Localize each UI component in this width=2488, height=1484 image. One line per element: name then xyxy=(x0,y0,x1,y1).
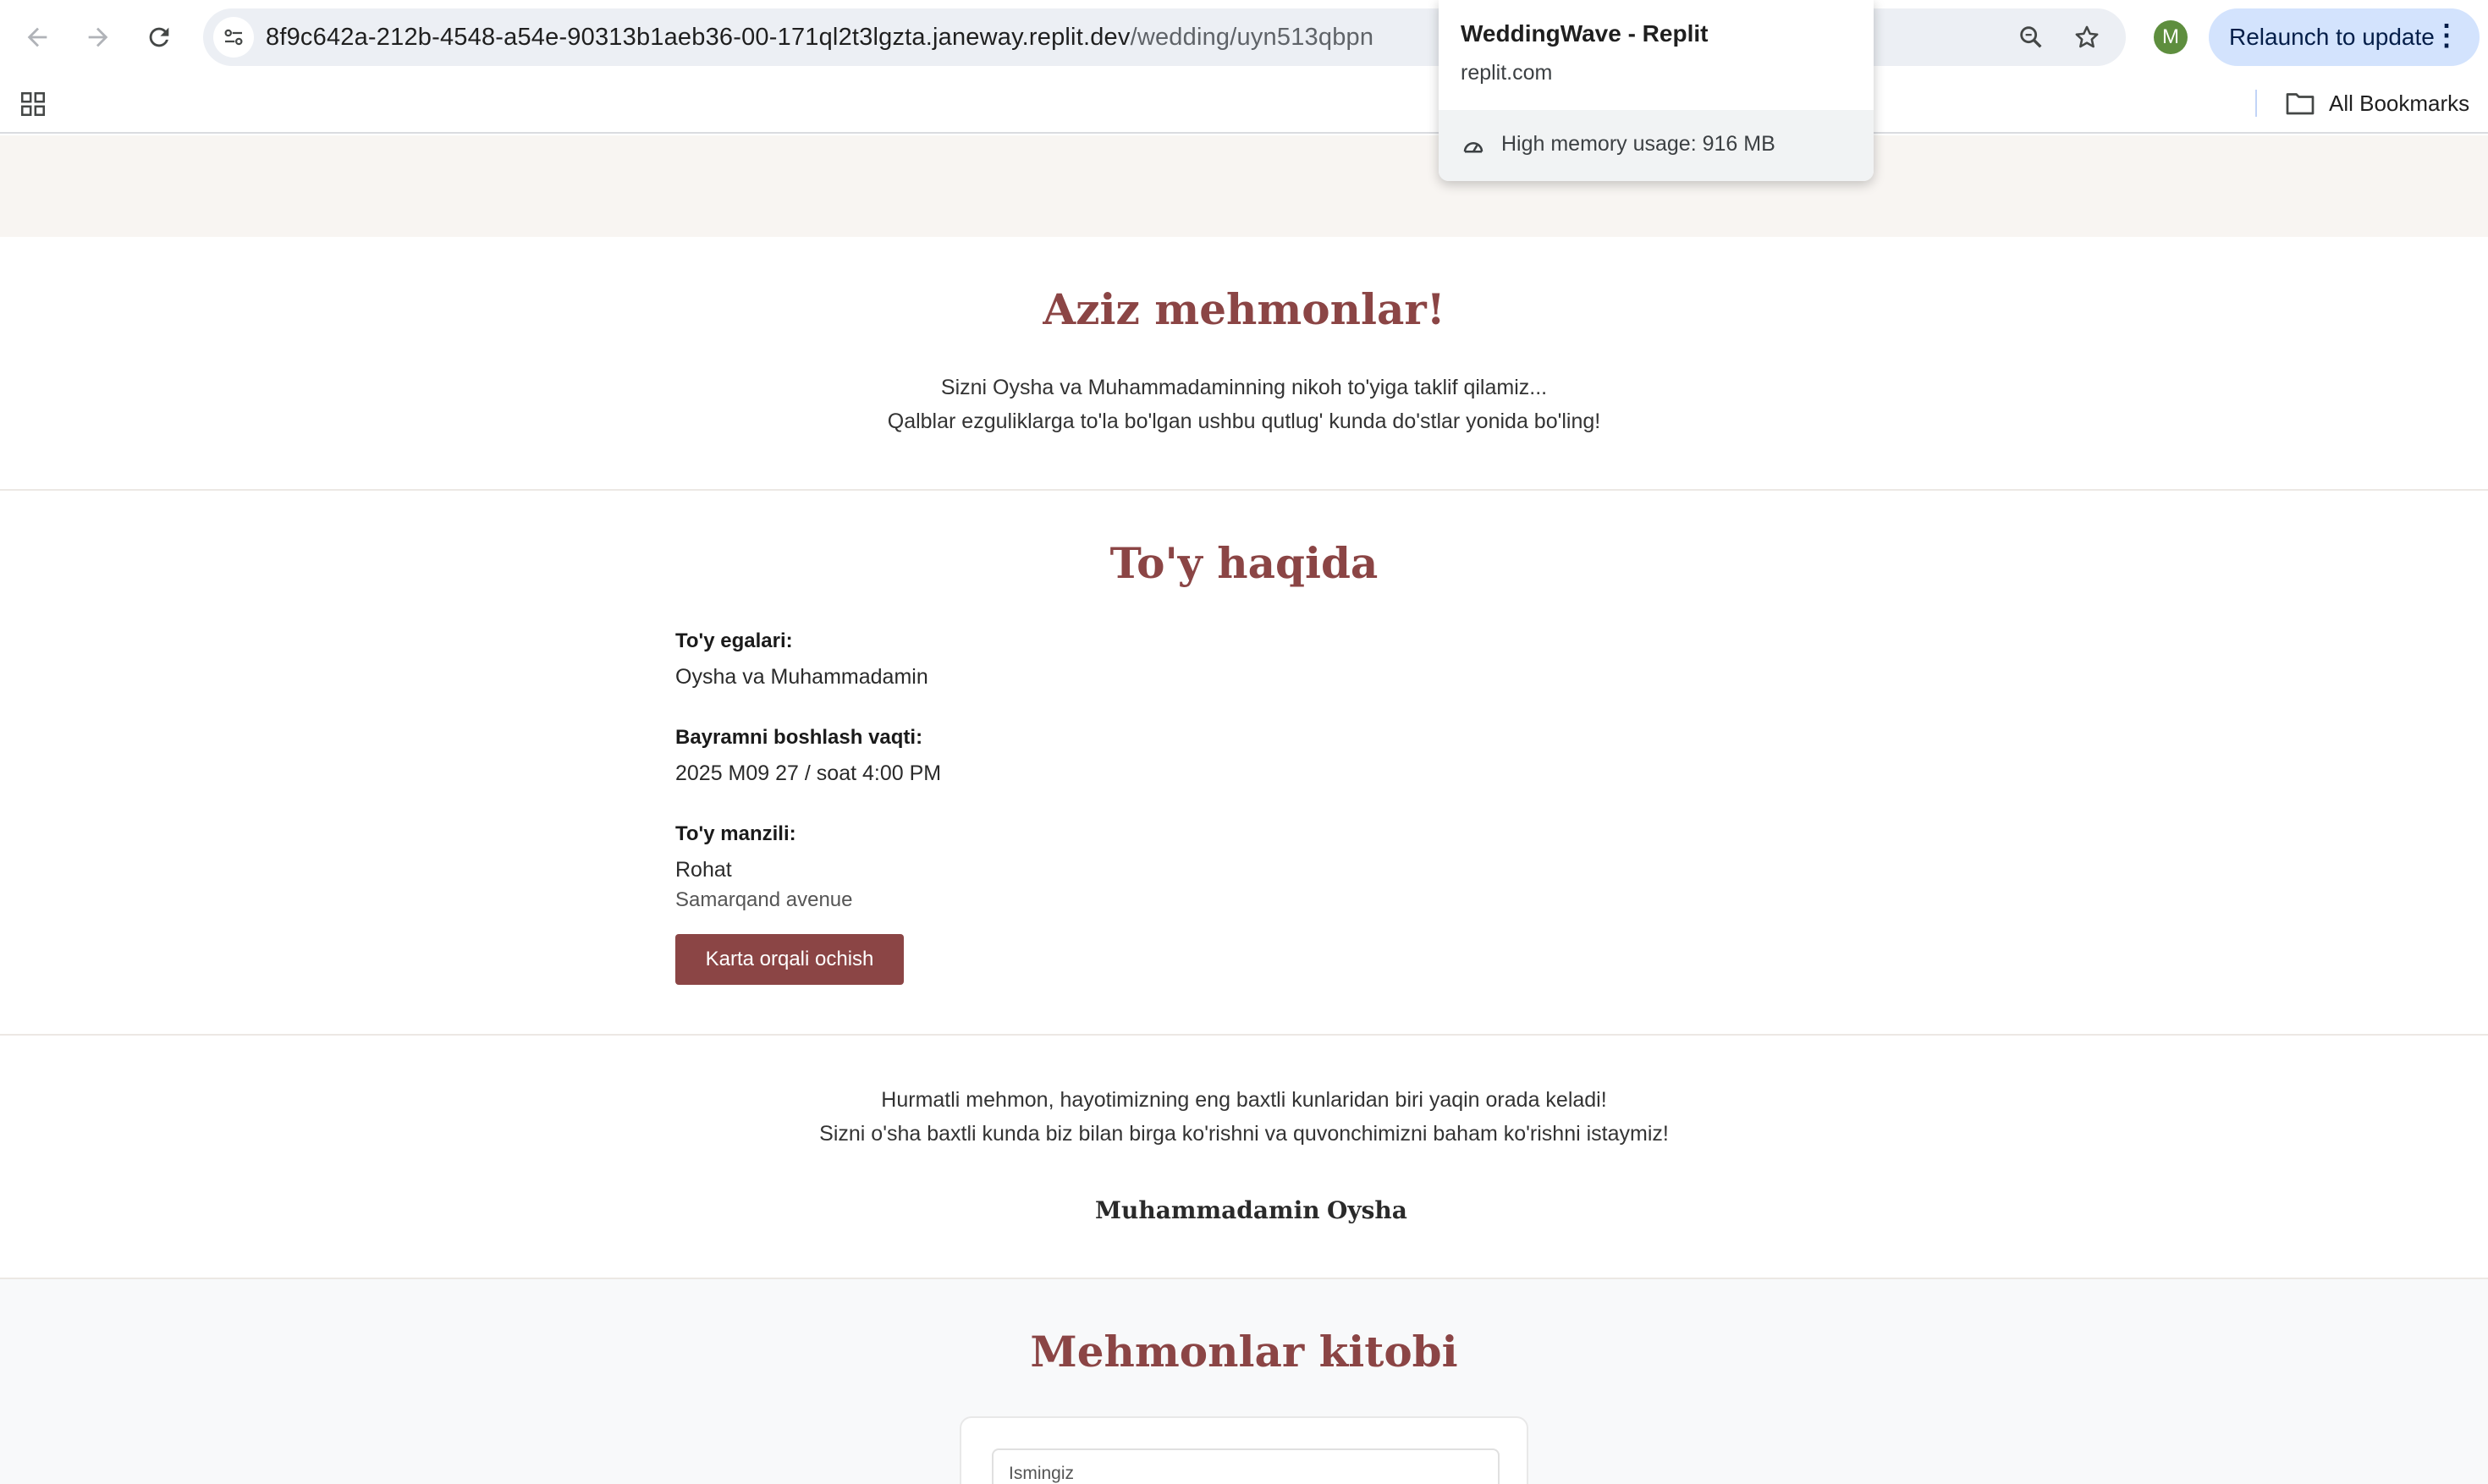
guest-name-label: Ismingiz xyxy=(1009,1464,1075,1483)
welcome-line-2: Qalblar ezguliklarga to'la bo'lgan ushbu… xyxy=(887,409,1601,433)
apps-grid-icon[interactable] xyxy=(19,90,47,118)
guest-name-field[interactable]: Ismingiz xyxy=(992,1448,1500,1484)
relaunch-label: Relaunch to update xyxy=(2229,24,2435,50)
memory-gauge-icon xyxy=(1463,142,1483,153)
zoom-icon xyxy=(2020,26,2042,48)
relaunch-button[interactable]: Relaunch to update ⋮ xyxy=(2209,8,2480,66)
groom-name: Muhammadamin xyxy=(1095,1196,1320,1224)
hero-band xyxy=(0,135,2488,237)
url-text[interactable]: 8f9c642a-212b-4548-a54e-90313b1aeb36-00-… xyxy=(266,8,1373,66)
star-icon xyxy=(2075,25,2099,48)
about-title: To'y haqida xyxy=(1109,538,1379,588)
guestbook-section: Mehmonlar kitobi Ismingiz xyxy=(0,1279,2488,1484)
greeting-section: Hurmatli mehmon, hayotimizning eng baxtl… xyxy=(0,1036,2488,1279)
bride-name: Oysha xyxy=(1327,1196,1407,1224)
forward-arrow-icon xyxy=(88,27,108,47)
welcome-line-1: Sizni Oysha va Muhammadaminning nikoh to… xyxy=(940,376,1548,399)
reload-icon xyxy=(149,27,169,47)
greeting-line-2: Sizni o'sha baxtli kunda biz bilan birga… xyxy=(819,1122,1669,1146)
venue-label: To'y manzili: xyxy=(675,822,796,845)
start-time-value: 2025 M09 27 / soat 4:00 PM xyxy=(675,761,942,785)
memory-usage-row: High memory usage: 916 MB xyxy=(1439,110,1874,181)
venue-address: Samarqand avenue xyxy=(675,888,853,911)
folder-icon xyxy=(2286,93,2315,115)
hover-card-title: WeddingWave - Replit xyxy=(1461,20,1709,47)
url-host: 8f9c642a-212b-4548-a54e-90313b1aeb36-00-… xyxy=(266,24,1131,51)
site-info-icon xyxy=(224,29,243,46)
all-bookmarks-label: All Bookmarks xyxy=(2329,90,2470,116)
url-path: /wedding/uyn513qbpn xyxy=(1130,24,1374,51)
guestbook-form-card: Ismingiz xyxy=(960,1416,1528,1484)
memory-usage-text: High memory usage: 916 MB xyxy=(1501,132,1775,156)
bookmarks-bar: All Bookmarks xyxy=(0,74,2488,134)
reload-button[interactable] xyxy=(139,17,179,58)
welcome-section: Aziz mehmonlar! Sizni Oysha va Muhammada… xyxy=(0,237,2488,491)
greeting-line-1: Hurmatli mehmon, hayotimizning eng baxtl… xyxy=(881,1088,1607,1112)
browser-toolbar: 8f9c642a-212b-4548-a54e-90313b1aeb36-00-… xyxy=(0,0,2488,74)
back-arrow-icon xyxy=(27,27,47,47)
more-vert-icon[interactable]: ⋮ xyxy=(2432,8,2461,63)
site-info-button[interactable] xyxy=(213,17,254,58)
hosts-label: To'y egalari: xyxy=(675,629,793,652)
zoom-button[interactable] xyxy=(2014,20,2048,54)
tab-hover-card: WeddingWave - Replit replit.com High mem… xyxy=(1439,0,1874,181)
open-map-button[interactable]: Karta orqali ochish xyxy=(675,934,904,985)
start-time-label: Bayramni boshlash vaqti: xyxy=(675,726,923,749)
guestbook-title: Mehmonlar kitobi xyxy=(1030,1327,1458,1377)
hover-card-domain: replit.com xyxy=(1461,61,1553,85)
hosts-value: Oysha va Muhammadamin xyxy=(675,665,928,689)
profile-avatar[interactable]: M xyxy=(2154,20,2188,54)
about-section: To'y haqida To'y egalari: Oysha va Muham… xyxy=(0,491,2488,1036)
forward-button[interactable] xyxy=(78,17,118,58)
bookmark-star-button[interactable] xyxy=(2070,20,2104,54)
venue-name: Rohat xyxy=(675,858,732,882)
back-button[interactable] xyxy=(17,17,58,58)
welcome-title: Aziz mehmonlar! xyxy=(1043,284,1445,334)
all-bookmarks-button[interactable]: All Bookmarks xyxy=(2285,86,2469,120)
bookmarks-separator xyxy=(2255,90,2257,117)
